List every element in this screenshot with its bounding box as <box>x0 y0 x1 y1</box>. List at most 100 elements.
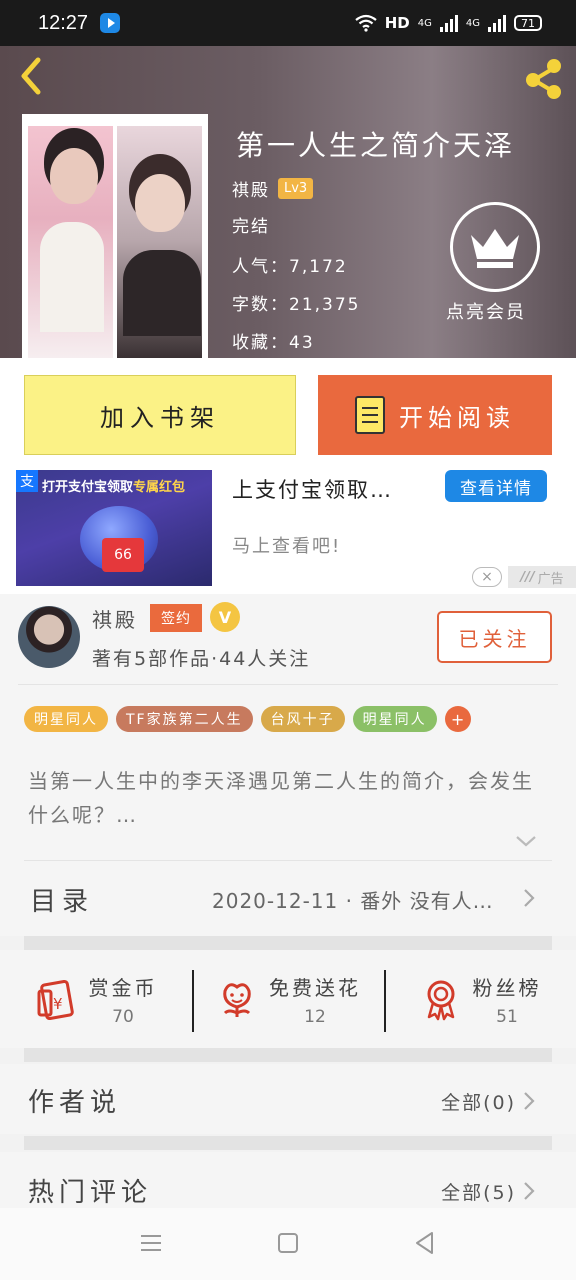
system-nav-bar <box>0 1208 576 1280</box>
book-icon <box>355 396 385 434</box>
book-header: 第一人生之简介天泽 祺殿 Lv3 完结 人气：7,172 字数：21,375 收… <box>0 46 576 358</box>
ad-banner[interactable]: 支 打开支付宝领取专属红包 66 上支付宝领取… 查看详情 马上查看吧! × /… <box>0 468 576 594</box>
reward-label: 免费送花 <box>269 975 361 1000</box>
signal-2-icon <box>488 14 506 32</box>
svg-text:¥: ¥ <box>53 995 63 1013</box>
chevron-right-icon <box>524 889 535 907</box>
tag-item[interactable]: 明星同人 <box>24 706 108 732</box>
expand-chevron-icon[interactable] <box>514 834 538 848</box>
cover-photo-left <box>28 126 113 358</box>
book-author[interactable]: 祺殿 <box>232 176 270 201</box>
divider <box>18 684 558 685</box>
reward-fans-rank[interactable]: 粉丝榜 51 <box>384 969 576 1032</box>
favorites-value: 43 <box>289 333 315 353</box>
more-tags-button[interactable]: + <box>444 706 471 732</box>
hot-comments-title: 热门评论 <box>28 1178 153 1208</box>
book-favorites: 收藏：43 <box>232 328 315 353</box>
share-icon[interactable] <box>520 54 568 102</box>
ad-tag-text: 广告 <box>537 571 564 587</box>
reward-count: 12 <box>304 1006 326 1027</box>
reward-coins[interactable]: ¥ 赏金币 70 <box>0 972 192 1027</box>
reward-flowers[interactable]: 免费送花 12 <box>192 969 384 1032</box>
action-bar: 加入书架 开始阅读 <box>0 358 576 468</box>
alipay-icon: 支 <box>16 470 38 492</box>
back-nav-icon[interactable] <box>410 1228 440 1258</box>
chevron-right-icon <box>524 1182 535 1200</box>
ad-label: /// 广告 <box>508 566 576 588</box>
words-value: 21,375 <box>289 295 361 315</box>
verified-v-icon: V <box>210 602 240 632</box>
status-bar: 12:27 HD 4G 4G 71 <box>0 0 576 46</box>
vip-label[interactable]: 点亮会员 <box>446 298 526 324</box>
ad-close-button[interactable]: × <box>472 567 502 587</box>
tag-item[interactable]: TF家族第二人生 <box>116 706 253 732</box>
reward-count: 51 <box>496 1006 518 1027</box>
following-button[interactable]: 已关注 <box>437 611 552 663</box>
wifi-icon <box>355 14 377 32</box>
section-divider <box>24 1048 552 1062</box>
author-says-row[interactable]: 作者说 全部(0) <box>0 1064 576 1134</box>
reward-count: 70 <box>112 1006 134 1027</box>
book-popularity: 人气：7,172 <box>232 252 348 277</box>
ad-subtitle: 马上查看吧! <box>232 536 342 557</box>
author-avatar[interactable] <box>18 606 80 668</box>
hot-comments-row[interactable]: 热门评论 全部(5) <box>0 1152 576 1208</box>
book-info-panel: 祺殿 签约 V 著有5部作品·44人关注 已关注 明星同人 TF家族第二人生 台… <box>0 594 576 936</box>
battery-icon: 71 <box>514 15 542 31</box>
author-name[interactable]: 祺殿 <box>92 604 138 633</box>
start-reading-label: 开始阅读 <box>399 403 515 432</box>
vip-crown-button[interactable] <box>450 202 540 292</box>
app-notification-icon <box>100 13 121 33</box>
table-of-contents-row[interactable]: 目录 2020-12-11 · 番外 没有人… <box>0 861 576 935</box>
book-title: 第一人生之简介天泽 <box>236 129 516 162</box>
ad-title[interactable]: 上支付宝领取… <box>232 474 393 504</box>
reward-bar: ¥ 赏金币 70 免费送花 12 粉丝榜 51 <box>0 950 576 1048</box>
popularity-value: 7,172 <box>289 257 348 277</box>
words-label: 字数： <box>232 295 289 315</box>
author-stats: 著有5部作品·44人关注 <box>92 648 311 670</box>
home-icon[interactable] <box>273 1228 303 1258</box>
ad-image-text-highlight: 专属红包 <box>133 480 186 495</box>
popularity-label: 人气： <box>232 257 289 277</box>
tag-item[interactable]: 台风十子 <box>260 706 345 732</box>
author-says-all: 全部(0) <box>441 1092 516 1114</box>
signal-1-icon <box>439 14 458 32</box>
medal-icon <box>427 980 454 1021</box>
red-envelope-icon: 66 <box>102 538 144 572</box>
add-to-shelf-button[interactable]: 加入书架 <box>24 375 296 455</box>
reward-flowers-text: 免费送花 12 <box>269 972 361 1027</box>
start-reading-button[interactable]: 开始阅读 <box>318 375 552 455</box>
sim2-label: 4G <box>465 17 480 29</box>
sim1-label: 4G <box>417 17 432 29</box>
status-indicators: HD 4G 4G 71 <box>355 14 542 32</box>
section-divider <box>24 1136 552 1150</box>
toc-label: 目录 <box>30 887 95 917</box>
hot-comments-all: 全部(5) <box>441 1182 516 1204</box>
book-status: 完结 <box>232 217 270 237</box>
ad-image-text-prefix: 打开支付宝领取 <box>42 480 134 495</box>
signed-badge: 签约 <box>150 604 202 632</box>
author-says-title: 作者说 <box>28 1088 122 1118</box>
reward-label: 赏金币 <box>88 975 158 1000</box>
book-author-row: 祺殿 Lv3 <box>232 176 314 201</box>
ad-image[interactable]: 支 打开支付宝领取专属红包 66 <box>16 470 212 586</box>
favorites-label: 收藏： <box>232 333 289 353</box>
ad-image-text: 打开支付宝领取专属红包 <box>42 476 185 495</box>
chevron-right-icon <box>524 1092 535 1110</box>
tag-list: 明星同人 TF家族第二人生 台风十子 明星同人 + <box>24 706 471 732</box>
ad-logo-icon: /// <box>520 569 535 585</box>
back-icon[interactable] <box>14 56 50 96</box>
flower-icon <box>223 983 251 1017</box>
crown-icon <box>471 229 519 268</box>
status-time: 12:27 <box>38 11 89 34</box>
reward-coins-text: 赏金币 70 <box>89 972 158 1027</box>
book-word-count: 字数：21,375 <box>232 290 360 315</box>
section-divider <box>24 936 552 950</box>
book-cover[interactable] <box>22 114 208 358</box>
ad-view-details-button[interactable]: 查看详情 <box>445 470 547 502</box>
coin-icon: ¥ <box>37 979 74 1021</box>
book-description[interactable]: 当第一人生中的李天泽遇见第二人生的简介，会发生什么呢？… <box>28 764 548 832</box>
menu-icon[interactable] <box>136 1228 166 1258</box>
level-badge: Lv3 <box>278 178 314 199</box>
tag-item[interactable]: 明星同人 <box>352 706 437 732</box>
